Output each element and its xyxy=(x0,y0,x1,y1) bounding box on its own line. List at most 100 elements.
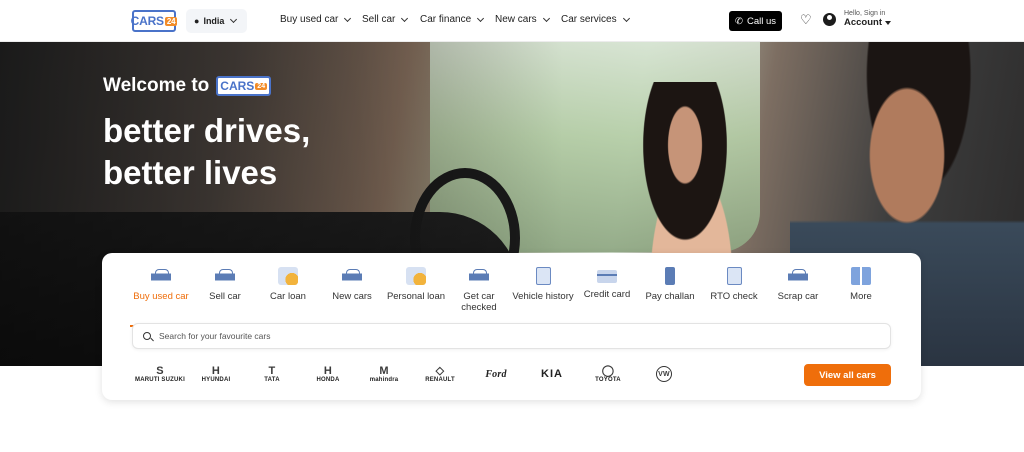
service-personal-loan[interactable]: Personal loan xyxy=(385,267,447,302)
cars24-inline-logo: CARS 24 xyxy=(216,76,272,96)
logo-number: 24 xyxy=(255,82,268,90)
nav-buy-used-car[interactable]: Buy used car xyxy=(280,14,362,25)
service-label: Get car checked xyxy=(461,291,497,313)
search-input[interactable]: Search for your favourite cars xyxy=(159,331,271,341)
toyota-logo-icon: ◯ xyxy=(601,364,615,377)
credit-card-icon xyxy=(597,270,617,283)
service-label: New cars xyxy=(332,291,372,302)
service-label: Credit card xyxy=(583,289,631,300)
brand-ford[interactable]: Ford xyxy=(468,361,524,387)
service-vehicle-history[interactable]: Vehicle history xyxy=(512,267,574,302)
logo-text: CARS xyxy=(130,14,164,28)
hero-tagline-line2: better lives xyxy=(103,154,278,191)
new-car-icon xyxy=(342,267,362,285)
car-sell-icon xyxy=(215,267,235,285)
service-label: Personal loan xyxy=(386,291,446,302)
service-label: More xyxy=(850,291,872,302)
brand-kia[interactable]: KIA xyxy=(524,361,580,387)
welcome-text: Welcome to xyxy=(103,75,210,96)
service-label: Buy used car xyxy=(133,291,189,302)
service-label: RTO check xyxy=(710,291,758,302)
brand-label: HONDA xyxy=(316,376,340,383)
nav-sell-car[interactable]: Sell car xyxy=(362,14,420,25)
maruti-suzuki-logo-icon: S xyxy=(156,364,164,377)
brand-volkswagen[interactable]: VW xyxy=(636,361,692,387)
header: CARS 24 ● India Buy used car Sell car Car… xyxy=(0,0,1024,42)
nav-label: Sell car xyxy=(362,14,396,25)
hyundai-logo-icon: H xyxy=(211,364,221,377)
car-icon xyxy=(151,267,171,285)
account-menu[interactable]: Hello, Sign in Account xyxy=(844,10,891,28)
brand-label: TATA xyxy=(264,376,280,383)
service-label: Scrap car xyxy=(777,291,819,302)
search-icon xyxy=(143,332,151,340)
rto-icon xyxy=(726,267,742,285)
service-rto-check[interactable]: RTO check xyxy=(703,267,765,302)
nav-label: New cars xyxy=(495,14,537,25)
chevron-down-icon xyxy=(344,14,352,22)
location-pin-icon: ● xyxy=(194,16,200,26)
brand-label: RENAULT xyxy=(425,376,455,383)
service-buy-used-car[interactable]: Buy used car xyxy=(130,267,192,327)
service-label: Vehicle history xyxy=(512,291,574,302)
wishlist-heart-icon[interactable]: ♡ xyxy=(800,12,812,28)
chevron-down-icon xyxy=(622,14,630,22)
brand-label: mahindra xyxy=(369,376,399,383)
account-label: Account xyxy=(844,17,882,28)
brand-renault[interactable]: ◇ RENAULT xyxy=(412,361,468,387)
brand-label: KIA xyxy=(541,368,563,380)
service-label: Pay challan xyxy=(645,291,695,302)
honda-logo-icon: H xyxy=(323,364,333,377)
chevron-down-icon xyxy=(477,14,485,22)
search-bar[interactable]: Search for your favourite cars xyxy=(132,323,891,349)
chevron-down-icon xyxy=(230,15,238,24)
location-label: India xyxy=(203,16,225,26)
services-card: Buy used car Sell car Car loan New cars … xyxy=(102,253,921,400)
grid-icon xyxy=(851,267,871,285)
service-car-loan[interactable]: Car loan xyxy=(257,267,319,302)
cars24-logo[interactable]: CARS 24 xyxy=(130,10,178,32)
brand-maruti-suzuki[interactable]: S MARUTI SUZUKI xyxy=(132,361,188,387)
brand-toyota[interactable]: ◯ TOYOTA xyxy=(580,361,636,387)
location-selector[interactable]: ● India xyxy=(186,9,247,33)
phone-icon xyxy=(665,267,675,285)
service-label: Car loan xyxy=(270,291,306,302)
mahindra-logo-icon: M xyxy=(379,364,389,377)
account-hello: Hello, Sign in xyxy=(844,10,886,17)
brand-hyundai[interactable]: H HYUNDAI xyxy=(188,361,244,387)
service-sell-car[interactable]: Sell car xyxy=(194,267,256,302)
brand-label: Ford xyxy=(485,368,507,380)
logo-text: CARS xyxy=(220,79,255,93)
chevron-down-icon xyxy=(401,14,409,22)
hero-tagline-line1: better drives, xyxy=(103,112,311,149)
tata-logo-icon: T xyxy=(268,364,276,377)
service-credit-card[interactable]: Credit card xyxy=(576,267,638,300)
nav-new-cars[interactable]: New cars xyxy=(495,14,561,25)
renault-logo-icon: ◇ xyxy=(435,364,445,377)
logo-number: 24 xyxy=(164,16,178,26)
service-more[interactable]: More xyxy=(830,267,892,302)
brand-tata[interactable]: T TATA xyxy=(244,361,300,387)
account-icon[interactable] xyxy=(823,13,836,26)
service-get-car-checked[interactable]: Get car checked xyxy=(448,267,510,313)
brand-logos-row: S MARUTI SUZUKI H HYUNDAI T TATA H HONDA Mma… xyxy=(132,361,692,387)
service-new-cars[interactable]: New cars xyxy=(321,267,383,302)
call-us-label: Call us xyxy=(746,15,776,27)
volkswagen-logo-icon: VW xyxy=(656,366,672,382)
view-all-cars-button[interactable]: View all cars xyxy=(804,364,891,386)
brand-honda[interactable]: H HONDA xyxy=(300,361,356,387)
nav-car-services[interactable]: Car services xyxy=(561,14,641,25)
service-pay-challan[interactable]: Pay challan xyxy=(639,267,701,302)
brand-label: TOYOTA xyxy=(595,376,621,383)
brand-label: HYUNDAI xyxy=(201,376,231,383)
hero-welcome: Welcome to CARS 24 xyxy=(103,75,272,97)
nav-label: Buy used car xyxy=(280,14,339,25)
call-us-button[interactable]: ✆ Call us xyxy=(729,11,782,31)
brand-label: MARUTI SUZUKI xyxy=(135,376,185,383)
nav-car-finance[interactable]: Car finance xyxy=(420,14,495,25)
brand-mahindra[interactable]: Mmahindra xyxy=(356,361,412,387)
phone-icon: ✆ xyxy=(734,15,743,27)
service-scrap-car[interactable]: Scrap car xyxy=(767,267,829,302)
nav-label: Car services xyxy=(561,14,617,25)
loan-icon xyxy=(278,267,298,285)
